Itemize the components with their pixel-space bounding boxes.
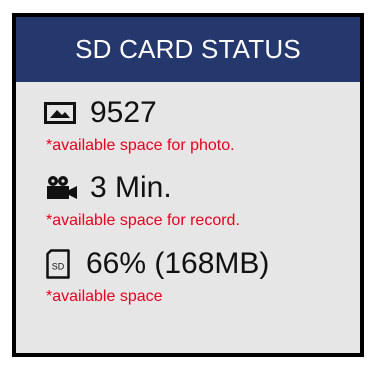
svg-text:SD: SD xyxy=(52,262,65,272)
panel-title: SD CARD STATUS xyxy=(16,17,360,82)
storage-percentage-value: 66% (168MB) xyxy=(86,247,270,280)
record-capacity-row: 3 Min. xyxy=(44,171,172,205)
photo-count-value: 9527 xyxy=(90,96,157,129)
storage-space-note: *available space xyxy=(46,288,163,305)
sd-card-status-panel: SD CARD STATUS 9527 *available space for… xyxy=(12,13,364,357)
photo-capacity-row: 9527 xyxy=(44,96,157,130)
record-space-note: *available space for record. xyxy=(46,212,240,229)
record-time-value: 3 Min. xyxy=(90,171,172,204)
sd-card-icon: SD xyxy=(44,249,78,279)
storage-capacity-row: SD 66% (168MB) xyxy=(44,247,269,281)
photo-space-note: *available space for photo. xyxy=(46,137,235,154)
video-camera-icon xyxy=(44,173,78,203)
photo-icon xyxy=(44,98,78,128)
